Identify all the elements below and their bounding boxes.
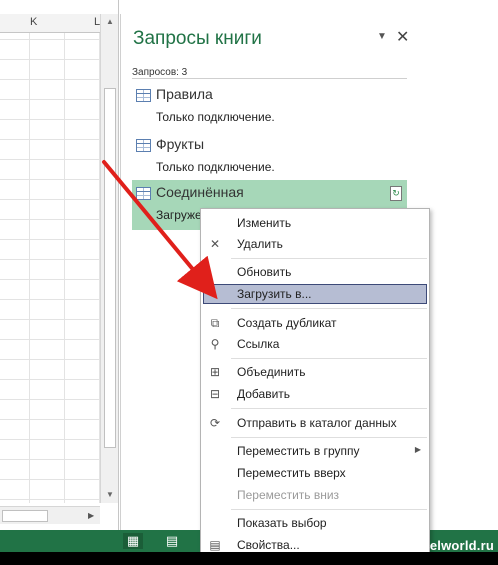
table-icon <box>136 139 151 152</box>
horizontal-scroll-thumb[interactable] <box>2 510 48 522</box>
pane-options-icon[interactable]: ▼ <box>377 31 387 42</box>
append-icon: ⊟ <box>209 387 221 401</box>
menu-separator <box>231 358 427 359</box>
menu-item-move-down: Переместить вниз <box>237 488 340 502</box>
menu-item-move-up[interactable]: Переместить вверх <box>203 463 427 483</box>
scroll-up-icon[interactable]: ▲ <box>101 14 118 30</box>
merge-icon: ⊞ <box>209 365 221 379</box>
menu-item-edit[interactable]: Изменить <box>203 213 427 233</box>
duplicate-icon: ⧉ <box>210 316 220 330</box>
refresh-icon[interactable]: ↻ <box>390 186 402 201</box>
menu-item-delete[interactable]: ✕ Удалить <box>203 234 427 254</box>
scroll-right-icon[interactable]: ▶ <box>88 507 94 525</box>
query-item[interactable]: Правила Только подключение. <box>132 82 407 132</box>
query-name: Фрукты <box>156 136 205 152</box>
table-icon <box>136 187 151 200</box>
menu-item-load-to[interactable]: Загрузить в... <box>203 284 427 304</box>
horizontal-scrollbar[interactable]: ▶ <box>0 506 100 524</box>
footer-strip <box>0 552 498 565</box>
menu-item-merge[interactable]: ⊞ Объединить <box>203 362 427 382</box>
menu-item-append[interactable]: ⊟ Добавить <box>203 384 427 404</box>
query-name: Правила <box>156 86 213 102</box>
paperclip-icon: ⚲ <box>210 337 220 351</box>
query-status: Загруже <box>156 208 202 222</box>
menu-item-send-to-data-catalog[interactable]: ⟳ Отправить в каталог данных <box>203 413 427 433</box>
column-header-k[interactable]: K <box>30 16 37 28</box>
close-icon[interactable]: ✕ <box>396 27 409 47</box>
menu-item-show-peek[interactable]: Показать выбор <box>203 513 427 533</box>
query-count: Запросов: 3 <box>132 67 188 78</box>
query-item[interactable]: Фрукты Только подключение. <box>132 132 407 182</box>
page-layout-view-icon[interactable]: ▤ <box>162 533 182 549</box>
delete-icon: ✕ <box>209 237 221 251</box>
properties-icon: ▤ <box>209 538 221 552</box>
menu-item-refresh[interactable]: Обновить <box>203 262 427 282</box>
menu-separator <box>231 437 427 438</box>
query-name: Соединённая <box>156 184 244 200</box>
menu-separator <box>231 408 427 409</box>
pane-title: Запросы книги <box>133 28 262 49</box>
query-status: Только подключение. <box>156 110 275 124</box>
excel-window: K L ▲ ▼ ▶ ▦ ▤ Запросы книги ▼ ✕ Запросов… <box>0 0 498 565</box>
menu-separator <box>231 509 427 510</box>
menu-item-reference[interactable]: ⚲ Ссылка <box>203 334 427 354</box>
pane-divider <box>132 78 407 79</box>
query-status: Только подключение. <box>156 160 275 174</box>
menu-separator <box>231 258 427 259</box>
context-menu: Изменить ✕ Удалить Обновить Загрузить в.… <box>200 208 430 556</box>
watermark: www.excelworld.ru <box>373 538 494 553</box>
column-header-row: K L <box>0 14 100 33</box>
menu-separator <box>231 308 427 309</box>
worksheet-area: K L ▲ ▼ ▶ <box>0 0 119 530</box>
menu-item-move-to-group[interactable]: Переместить в группу ▶ <box>203 441 427 461</box>
scroll-down-icon[interactable]: ▼ <box>101 487 118 503</box>
vertical-scroll-thumb[interactable] <box>104 88 116 448</box>
menu-item-duplicate[interactable]: ⧉ Создать дубликат <box>203 313 427 333</box>
submenu-arrow-icon: ▶ <box>414 445 421 454</box>
table-icon <box>136 89 151 102</box>
data-catalog-icon: ⟳ <box>209 416 221 430</box>
normal-view-icon[interactable]: ▦ <box>123 533 143 549</box>
cell-grid[interactable] <box>0 33 100 503</box>
vertical-scrollbar[interactable]: ▲ ▼ <box>100 14 118 503</box>
